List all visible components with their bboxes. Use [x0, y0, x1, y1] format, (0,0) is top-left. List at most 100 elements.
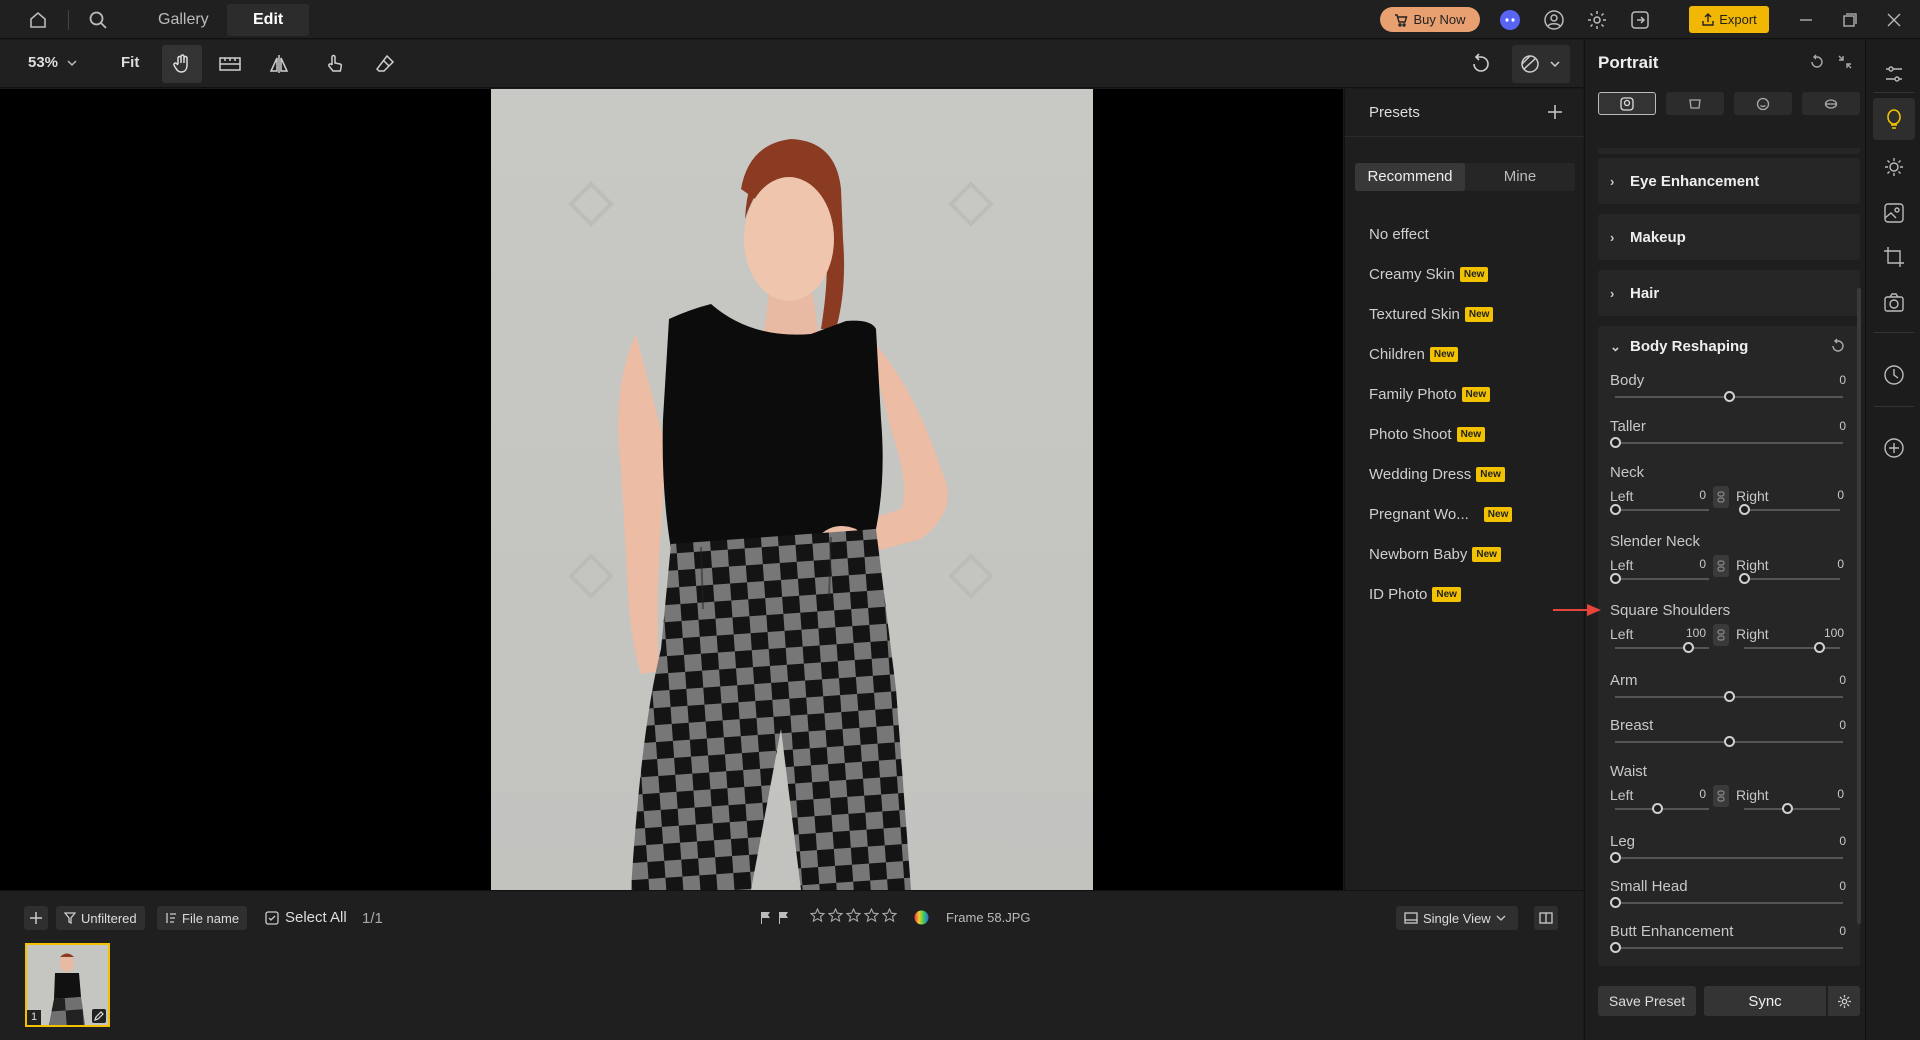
right-slider-track[interactable] — [1744, 647, 1840, 649]
slider-track[interactable] — [1615, 947, 1843, 949]
left-slider-track[interactable] — [1615, 578, 1709, 580]
reset-section-icon[interactable] — [1830, 338, 1846, 354]
section-hair[interactable]: › Hair — [1598, 270, 1860, 316]
right-slider-handle[interactable] — [1813, 642, 1825, 653]
reset-icon[interactable] — [1461, 45, 1501, 83]
compare-layout-button[interactable] — [1534, 906, 1558, 930]
tab-recommend[interactable]: Recommend — [1355, 163, 1465, 191]
star-icon[interactable] — [882, 908, 897, 923]
link-toggle[interactable] — [1713, 624, 1729, 646]
reset-panel-icon[interactable] — [1809, 54, 1825, 70]
collapse-icon[interactable] — [1837, 54, 1853, 70]
touch-icon[interactable] — [315, 45, 355, 83]
star-icon[interactable] — [864, 908, 879, 923]
preset-item[interactable]: Creamy Skin New — [1369, 266, 1489, 283]
panel-scrollbar[interactable] — [1857, 288, 1861, 924]
section-eye-enhancement[interactable]: › Eye Enhancement — [1598, 158, 1860, 204]
preset-item[interactable]: No effect — [1369, 226, 1429, 243]
minimize-icon[interactable] — [1794, 8, 1818, 32]
compare-split-icon[interactable] — [210, 45, 250, 83]
image-canvas[interactable] — [0, 89, 1343, 890]
body-reshaping-header[interactable]: ⌄ Body Reshaping — [1610, 338, 1748, 355]
buy-now-button[interactable]: Buy Now — [1380, 7, 1480, 32]
left-slider-handle[interactable] — [1652, 803, 1664, 814]
tab-mine[interactable]: Mine — [1465, 163, 1575, 191]
reject-flag-icon[interactable] — [778, 911, 790, 924]
close-icon[interactable] — [1882, 8, 1906, 32]
portrait-icon[interactable] — [1882, 107, 1906, 131]
background-icon[interactable] — [1882, 201, 1906, 225]
sun-icon[interactable] — [1882, 155, 1906, 179]
camera-icon[interactable] — [1882, 291, 1906, 315]
view-mode-select[interactable]: Single View — [1396, 906, 1518, 930]
left-slider-handle[interactable] — [1610, 573, 1621, 584]
export-button[interactable]: Export — [1689, 6, 1769, 33]
color-label-icon[interactable] — [914, 910, 929, 925]
slider-handle[interactable] — [1724, 736, 1735, 747]
preset-item[interactable]: Textured Skin New — [1369, 306, 1494, 323]
fit-button[interactable]: Fit — [121, 54, 139, 71]
left-slider-handle[interactable] — [1683, 642, 1695, 653]
tab-gallery[interactable]: Gallery — [132, 4, 235, 36]
preset-item[interactable]: Pregnant Wo... New — [1369, 506, 1513, 523]
sync-settings-button[interactable] — [1828, 986, 1860, 1016]
link-toggle[interactable] — [1713, 785, 1729, 807]
preset-item[interactable]: Wedding Dress New — [1369, 466, 1505, 483]
preset-item[interactable]: Children New — [1369, 346, 1459, 363]
save-preset-button[interactable]: Save Preset — [1598, 986, 1696, 1016]
slider-handle[interactable] — [1610, 437, 1621, 448]
filter-button[interactable]: Unfiltered — [56, 906, 145, 930]
search-icon[interactable] — [86, 8, 110, 32]
right-slider-track[interactable] — [1744, 509, 1840, 511]
home-icon[interactable] — [26, 8, 50, 32]
star-rating[interactable] — [810, 908, 897, 923]
slider-track[interactable] — [1615, 902, 1843, 904]
tab-skin[interactable] — [1666, 92, 1724, 115]
account-icon[interactable] — [1542, 8, 1566, 32]
right-slider-handle[interactable] — [1782, 803, 1794, 814]
sort-button[interactable]: File name — [157, 906, 248, 930]
slider-handle[interactable] — [1724, 391, 1735, 402]
slider-handle[interactable] — [1610, 897, 1621, 908]
link-toggle[interactable] — [1713, 486, 1729, 508]
add-photo-button[interactable] — [24, 906, 48, 930]
restore-icon[interactable] — [1838, 8, 1862, 32]
left-slider-handle[interactable] — [1610, 504, 1621, 515]
preset-item[interactable]: ID Photo New — [1369, 586, 1461, 603]
sync-button[interactable]: Sync — [1704, 986, 1826, 1016]
star-icon[interactable] — [810, 908, 825, 923]
eraser-icon[interactable] — [365, 45, 405, 83]
preset-item[interactable]: Newborn Baby New — [1369, 546, 1501, 563]
left-slider-track[interactable] — [1615, 647, 1709, 649]
slider-handle[interactable] — [1724, 691, 1735, 702]
slider-track[interactable] — [1615, 442, 1843, 444]
slider-track[interactable] — [1615, 857, 1843, 859]
right-slider-handle[interactable] — [1739, 504, 1750, 515]
select-all-checkbox[interactable]: Select All — [265, 909, 347, 926]
thumbnail[interactable]: 1 — [25, 943, 110, 1027]
left-slider-track[interactable] — [1615, 509, 1709, 511]
add-circle-icon[interactable] — [1882, 436, 1906, 460]
discord-icon[interactable] — [1498, 8, 1522, 32]
settings-icon[interactable] — [1585, 8, 1609, 32]
tab-body[interactable] — [1802, 92, 1860, 115]
history-icon[interactable] — [1882, 363, 1906, 387]
star-icon[interactable] — [828, 908, 843, 923]
hand-icon[interactable] — [162, 45, 202, 83]
right-slider-handle[interactable] — [1739, 573, 1750, 584]
slider-handle[interactable] — [1610, 852, 1621, 863]
sign-in-icon[interactable] — [1628, 8, 1652, 32]
right-slider-track[interactable] — [1744, 578, 1840, 580]
compare-toggle-icon[interactable] — [1512, 45, 1570, 83]
zoom-select[interactable]: 53% — [28, 54, 78, 71]
preset-item[interactable]: Photo Shoot New — [1369, 426, 1486, 443]
section-makeup[interactable]: › Makeup — [1598, 214, 1860, 260]
flip-icon[interactable] — [259, 45, 299, 83]
flag-icon[interactable] — [760, 911, 772, 924]
tab-face[interactable] — [1598, 92, 1656, 115]
star-icon[interactable] — [846, 908, 861, 923]
adjust-sliders-icon[interactable] — [1882, 62, 1906, 86]
crop-icon[interactable] — [1882, 245, 1906, 269]
tab-face-shape[interactable] — [1734, 92, 1792, 115]
link-toggle[interactable] — [1713, 555, 1729, 577]
